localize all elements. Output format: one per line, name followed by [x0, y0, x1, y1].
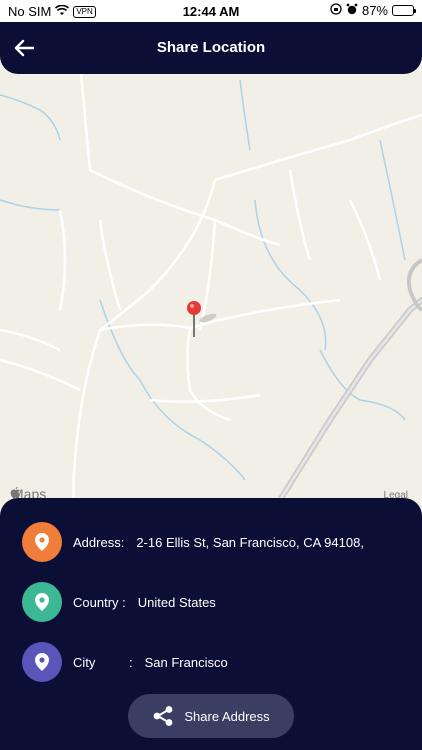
country-value: United States — [137, 594, 216, 610]
location-pin-icon — [35, 653, 49, 671]
city-icon-badge — [22, 642, 62, 682]
country-icon-badge — [22, 582, 62, 622]
city-value: San Francisco — [144, 654, 228, 670]
battery-percent: 87% — [361, 3, 388, 18]
share-icon — [153, 706, 173, 726]
city-separator: : — [129, 654, 133, 670]
address-label: Address: — [73, 534, 125, 550]
share-address-label: Share Address — [184, 708, 270, 724]
page-title: Share Location — [156, 39, 266, 56]
city-label: City — [73, 654, 96, 670]
map-roads — [0, 60, 422, 520]
battery-icon — [392, 5, 416, 16]
status-right: 87% — [330, 3, 416, 18]
share-address-button[interactable]: Share Address — [128, 694, 294, 738]
address-row: Address: 2-16 Ellis St, San Francisco, C… — [22, 522, 364, 562]
status-bar: No SIM VPN 12:44 AM 87% — [0, 0, 422, 22]
location-pin-icon — [35, 593, 49, 611]
alarm-icon — [346, 3, 358, 18]
location-pin-icon — [35, 533, 49, 551]
country-label: Country : — [73, 594, 126, 610]
rotation-lock-icon — [330, 3, 342, 18]
map-view[interactable]: Maps Legal — [0, 60, 422, 520]
address-value: 2-16 Ellis St, San Francisco, CA 94108, — [136, 534, 364, 550]
city-row: City : San Francisco — [22, 642, 228, 682]
app-header: Share Location — [0, 22, 422, 74]
country-row: Country : United States — [22, 582, 216, 622]
address-icon-badge — [22, 522, 62, 562]
map-pin-icon — [187, 301, 217, 337]
location-details-panel: Address: 2-16 Ellis St, San Francisco, C… — [0, 498, 422, 750]
